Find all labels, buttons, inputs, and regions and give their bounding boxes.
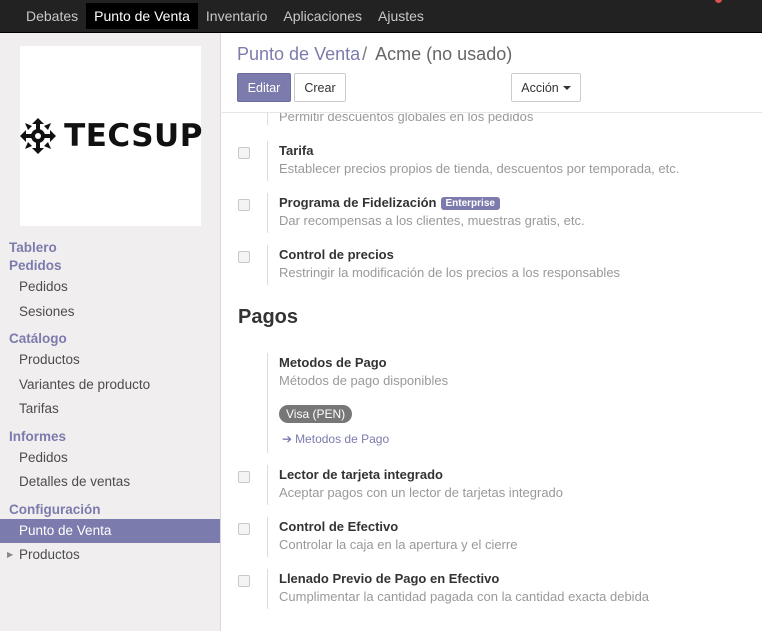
sidebar-item-sesiones[interactable]: Sesiones: [0, 300, 220, 325]
caret-down-icon: [562, 85, 571, 90]
arrow-right-icon: ➔: [282, 432, 293, 446]
setting-title: Programa de Fidelización Enterprise: [279, 195, 500, 210]
sidebar-head-pedidos: Pedidos: [9, 258, 62, 273]
breadcrumb-parent[interactable]: Punto de Venta: [237, 44, 360, 64]
menu-debates[interactable]: Debates: [18, 3, 86, 29]
fidelizacion-checkbox[interactable]: [238, 199, 250, 211]
setting-desc: Establecer precios propios de tienda, de…: [279, 161, 680, 176]
lector-tarjeta-checkbox[interactable]: [238, 471, 250, 483]
menu-inventario[interactable]: Inventario: [198, 3, 275, 29]
setting-divider: [267, 517, 268, 557]
setting-divider: [267, 141, 268, 181]
setting-desc: Métodos de pago disponibles: [279, 373, 449, 388]
sidebar-item-productos[interactable]: Productos: [0, 348, 220, 373]
sidebar-item-config-productos[interactable]: ▶ Productos: [0, 543, 220, 568]
control-efectivo-checkbox[interactable]: [238, 523, 250, 535]
menu-ajustes[interactable]: Ajustes: [370, 3, 432, 29]
setting-title: Tarifa: [279, 143, 314, 158]
sidebar-item-informes-pedidos[interactable]: Pedidos: [0, 446, 220, 471]
settings-form: Permitir descuentos globales en los pedi…: [222, 113, 762, 631]
setting-title: Llenado Previo de Pago en Efectivo: [279, 571, 500, 586]
section-title-pagos: Pagos: [238, 306, 299, 328]
company-logo: TECSUP: [20, 46, 203, 226]
setting-divider: [267, 569, 268, 609]
sidebar-head-catalogo: Catálogo: [9, 331, 67, 346]
sidebar-item-detalles-ventas[interactable]: Detalles de ventas: [0, 470, 220, 495]
setting-desc: Restringir la modificación de los precio…: [279, 265, 621, 280]
setting-divider: [267, 113, 268, 125]
sidebar: TECSUP Tablero Pedidos Pedidos Sesiones …: [0, 33, 221, 631]
setting-divider: [267, 465, 268, 505]
breadcrumb-current: Acme (no usado): [375, 44, 513, 64]
setting-title-text: Programa de Fidelización: [279, 195, 437, 210]
logo-text: TECSUP: [64, 118, 203, 154]
sidebar-head-informes: Informes: [9, 428, 67, 444]
menu-punto-de-venta[interactable]: Punto de Venta: [86, 3, 198, 29]
breadcrumb: Punto de Venta / Acme (no usado): [237, 44, 512, 65]
sidebar-item-pedidos[interactable]: Pedidos: [0, 275, 220, 300]
edit-button[interactable]: Editar: [237, 73, 291, 102]
setting-divider: [267, 193, 268, 233]
llenado-previo-checkbox[interactable]: [238, 575, 250, 587]
setting-title: Control de Efectivo: [279, 519, 399, 534]
notification-dot: [715, 0, 722, 3]
setting-divider: [267, 245, 268, 285]
payment-method-tag[interactable]: Visa (PEN): [279, 405, 353, 423]
top-navbar: Debates Punto de Venta Inventario Aplica…: [0, 0, 762, 33]
action-label: Acción: [521, 80, 559, 95]
tecsup-logo-icon: [20, 118, 57, 154]
sidebar-item-tarifas[interactable]: Tarifas: [0, 397, 220, 422]
sidebar-head-configuracion: Configuración: [9, 501, 101, 517]
sidebar-item-punto-de-venta[interactable]: Punto de Venta: [0, 518, 220, 543]
create-button[interactable]: Crear: [294, 73, 346, 102]
app-menu: Debates Punto de Venta Inventario Aplica…: [0, 0, 432, 32]
setting-desc: Aceptar pagos con un lector de tarjetas …: [279, 485, 564, 500]
setting-divider: [267, 353, 268, 453]
sidebar-item-tablero[interactable]: Tablero: [0, 239, 220, 257]
sidebar-nav: Tablero Pedidos Pedidos Sesiones Catálog…: [0, 239, 220, 568]
control-precios-checkbox[interactable]: [238, 251, 250, 263]
setting-desc: Controlar la caja en la apertura y el ci…: [279, 537, 518, 552]
setting-title: Lector de tarjeta integrado: [279, 467, 443, 482]
link-label: Metodos de Pago: [295, 432, 390, 446]
setting-desc: Cumplimentar la cantidad pagada con la c…: [279, 589, 650, 604]
breadcrumb-separator: /: [362, 44, 368, 64]
setting-title: Control de precios: [279, 247, 394, 262]
enterprise-badge: Enterprise: [440, 197, 500, 210]
caret-right-icon: ▶: [7, 550, 14, 559]
sidebar-item-label: Productos: [19, 547, 80, 562]
menu-aplicaciones[interactable]: Aplicaciones: [275, 3, 370, 29]
setting-desc: Permitir descuentos globales en los pedi…: [279, 113, 534, 124]
action-dropdown[interactable]: Acción: [511, 73, 581, 102]
sidebar-item-variantes[interactable]: Variantes de producto: [0, 373, 220, 398]
setting-title: Metodos de Pago: [279, 355, 387, 370]
tarifa-checkbox[interactable]: [238, 147, 250, 159]
metodos-pago-link[interactable]: ➔ Metodos de Pago: [282, 432, 389, 446]
setting-desc: Dar recompensas a los clientes, muestras…: [279, 213, 585, 228]
